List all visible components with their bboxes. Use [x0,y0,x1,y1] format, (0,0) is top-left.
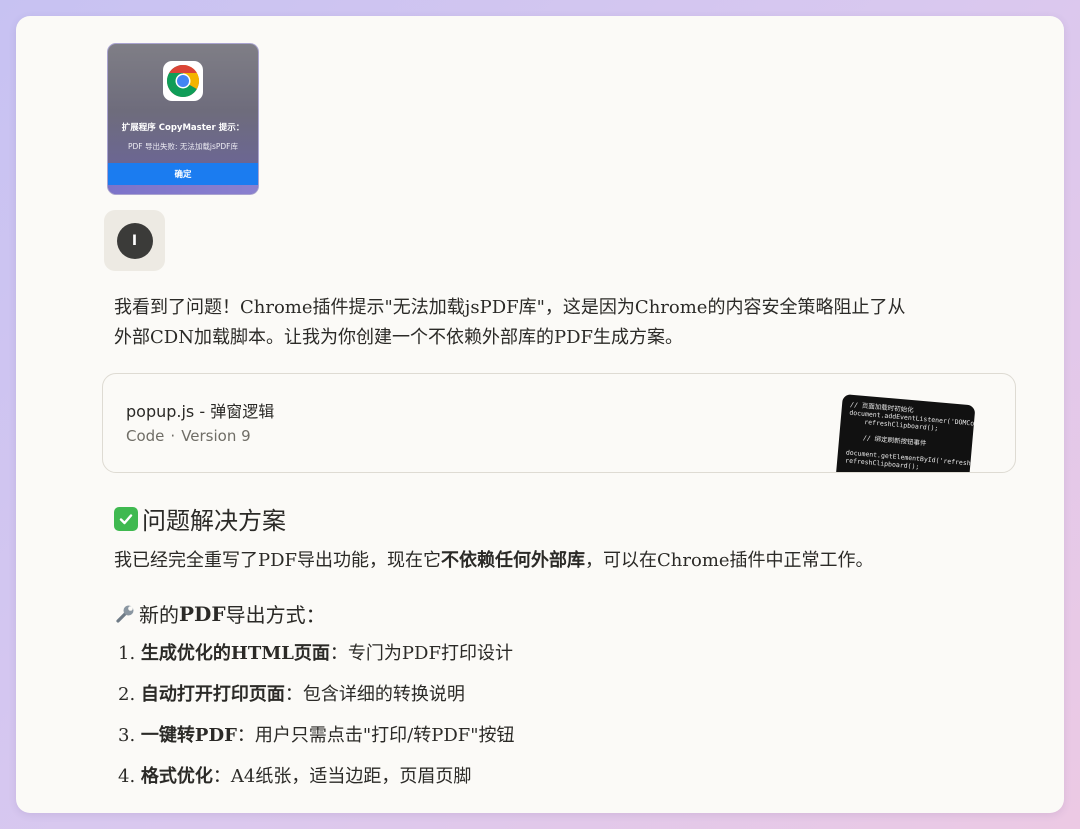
step-bold: 生成优化的HTML页面 [140,643,330,664]
dialog-footer [108,185,258,194]
section-heading: 问题解决方案 [114,501,286,536]
artifact-version: Version 9 [181,427,251,445]
artifact-type: Code [126,427,165,445]
step-text: ：专门为PDF打印设计 [329,643,513,664]
user-avatar[interactable]: I [116,222,153,259]
steps-list: 1. 生成优化的HTML页面：专门为PDF打印设计 2. 自动打开打印页面：包含… [118,639,515,803]
chrome-logo-icon [163,61,203,101]
list-item: 4. 格式优化：A4纸张，适当边距，页眉页脚 [118,762,515,803]
method-title-pre: 新的 [139,603,179,627]
method-heading: 新的 PDF 导出方式： [114,599,326,628]
dialog-ok-button: 确定 [108,163,258,185]
step-number: 4. [118,766,136,787]
step-bold: 格式优化 [140,766,213,787]
solution-summary: 我已经完全重写了PDF导出功能，现在它不依赖任何外部库，可以在Chrome插件中… [114,546,994,576]
step-bold: 自动打开打印页面 [140,684,285,705]
attached-screenshot[interactable]: 扩展程序 CopyMaster 提示： PDF 导出失败: 无法加载jsPDF库… [107,43,259,195]
list-item: 1. 生成优化的HTML页面：专门为PDF打印设计 [118,639,515,680]
chat-panel: 扩展程序 CopyMaster 提示： PDF 导出失败: 无法加载jsPDF库… [16,16,1064,813]
intro-line-1: 我看到了问题！Chrome插件提示"无法加载jsPDF库"，这是因为Chrome… [114,297,906,318]
artifact-separator: · [170,427,176,445]
method-title-bold: PDF [179,601,226,626]
step-number: 3. [118,725,136,746]
section-title: 问题解决方案 [142,507,286,535]
step-text: ：用户只需点击"打印/转PDF"按钮 [236,725,515,746]
step-number: 1. [118,643,136,664]
list-item: 3. 一键转PDF：用户只需点击"打印/转PDF"按钮 [118,721,515,762]
intro-line-2: 外部CDN加载脚本。让我为你创建一个不依赖外部库的PDF生成方案。 [114,327,683,348]
dialog-title: 扩展程序 CopyMaster 提示： [121,123,245,133]
step-bold: 一键转PDF [140,725,237,746]
summary-bold: 不依赖任何外部库 [441,550,586,571]
list-item: 2. 自动打开打印页面：包含详细的转换说明 [118,680,515,721]
dialog-message: PDF 导出失败: 无法加载jsPDF库 [127,142,238,151]
user-message: I [104,210,165,271]
step-text: ：包含详细的转换说明 [284,684,465,705]
artifact-meta: Code · Version 9 [126,427,251,445]
summary-pre: 我已经完全重写了PDF导出功能，现在它 [114,550,442,571]
summary-post: ，可以在Chrome插件中正常工作。 [585,550,874,571]
wrench-icon [114,603,136,625]
artifact-card[interactable]: popup.js - 弹窗逻辑 Code · Version 9 // 页面加载时初… [102,373,1016,473]
artifact-title: popup.js - 弹窗逻辑 [126,402,275,421]
method-title-post: 导出方式： [225,603,326,627]
assistant-intro: 我看到了问题！Chrome插件提示"无法加载jsPDF库"，这是因为Chrome… [114,293,994,353]
step-number: 2. [118,684,136,705]
check-mark-icon [114,506,138,531]
code-preview-thumbnail: // 页面加载时初始化 document.addEventListener('D… [833,394,976,472]
step-text: ：A4纸张，适当边距，页眉页脚 [212,766,472,787]
